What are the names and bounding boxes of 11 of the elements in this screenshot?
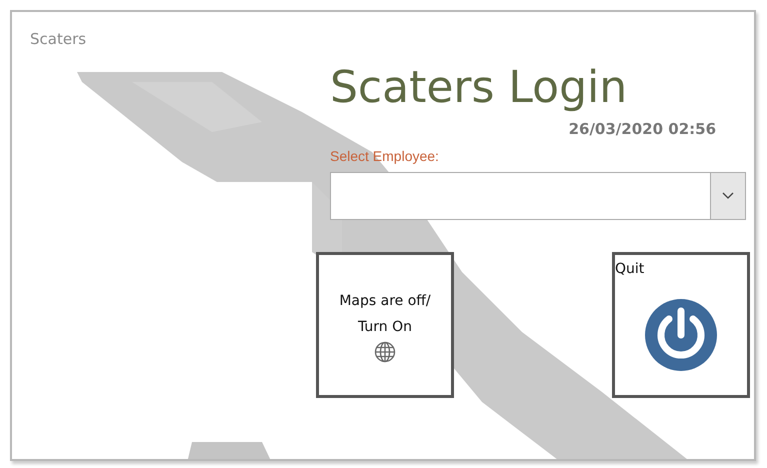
window-title: Scaters (30, 30, 86, 48)
chevron-down-icon (722, 192, 734, 200)
maps-toggle-button[interactable]: Maps are off/ Turn On (316, 252, 454, 398)
power-icon (645, 299, 717, 372)
dropdown-button[interactable] (710, 173, 745, 220)
employee-dropdown[interactable] (330, 172, 746, 220)
quit-button[interactable]: Quit (612, 252, 750, 398)
employee-label: Select Employee: (330, 148, 439, 164)
login-heading: Scaters Login (330, 64, 628, 112)
globe-icon (374, 340, 396, 363)
date-time: 26/03/2020 02:56 (568, 120, 716, 138)
